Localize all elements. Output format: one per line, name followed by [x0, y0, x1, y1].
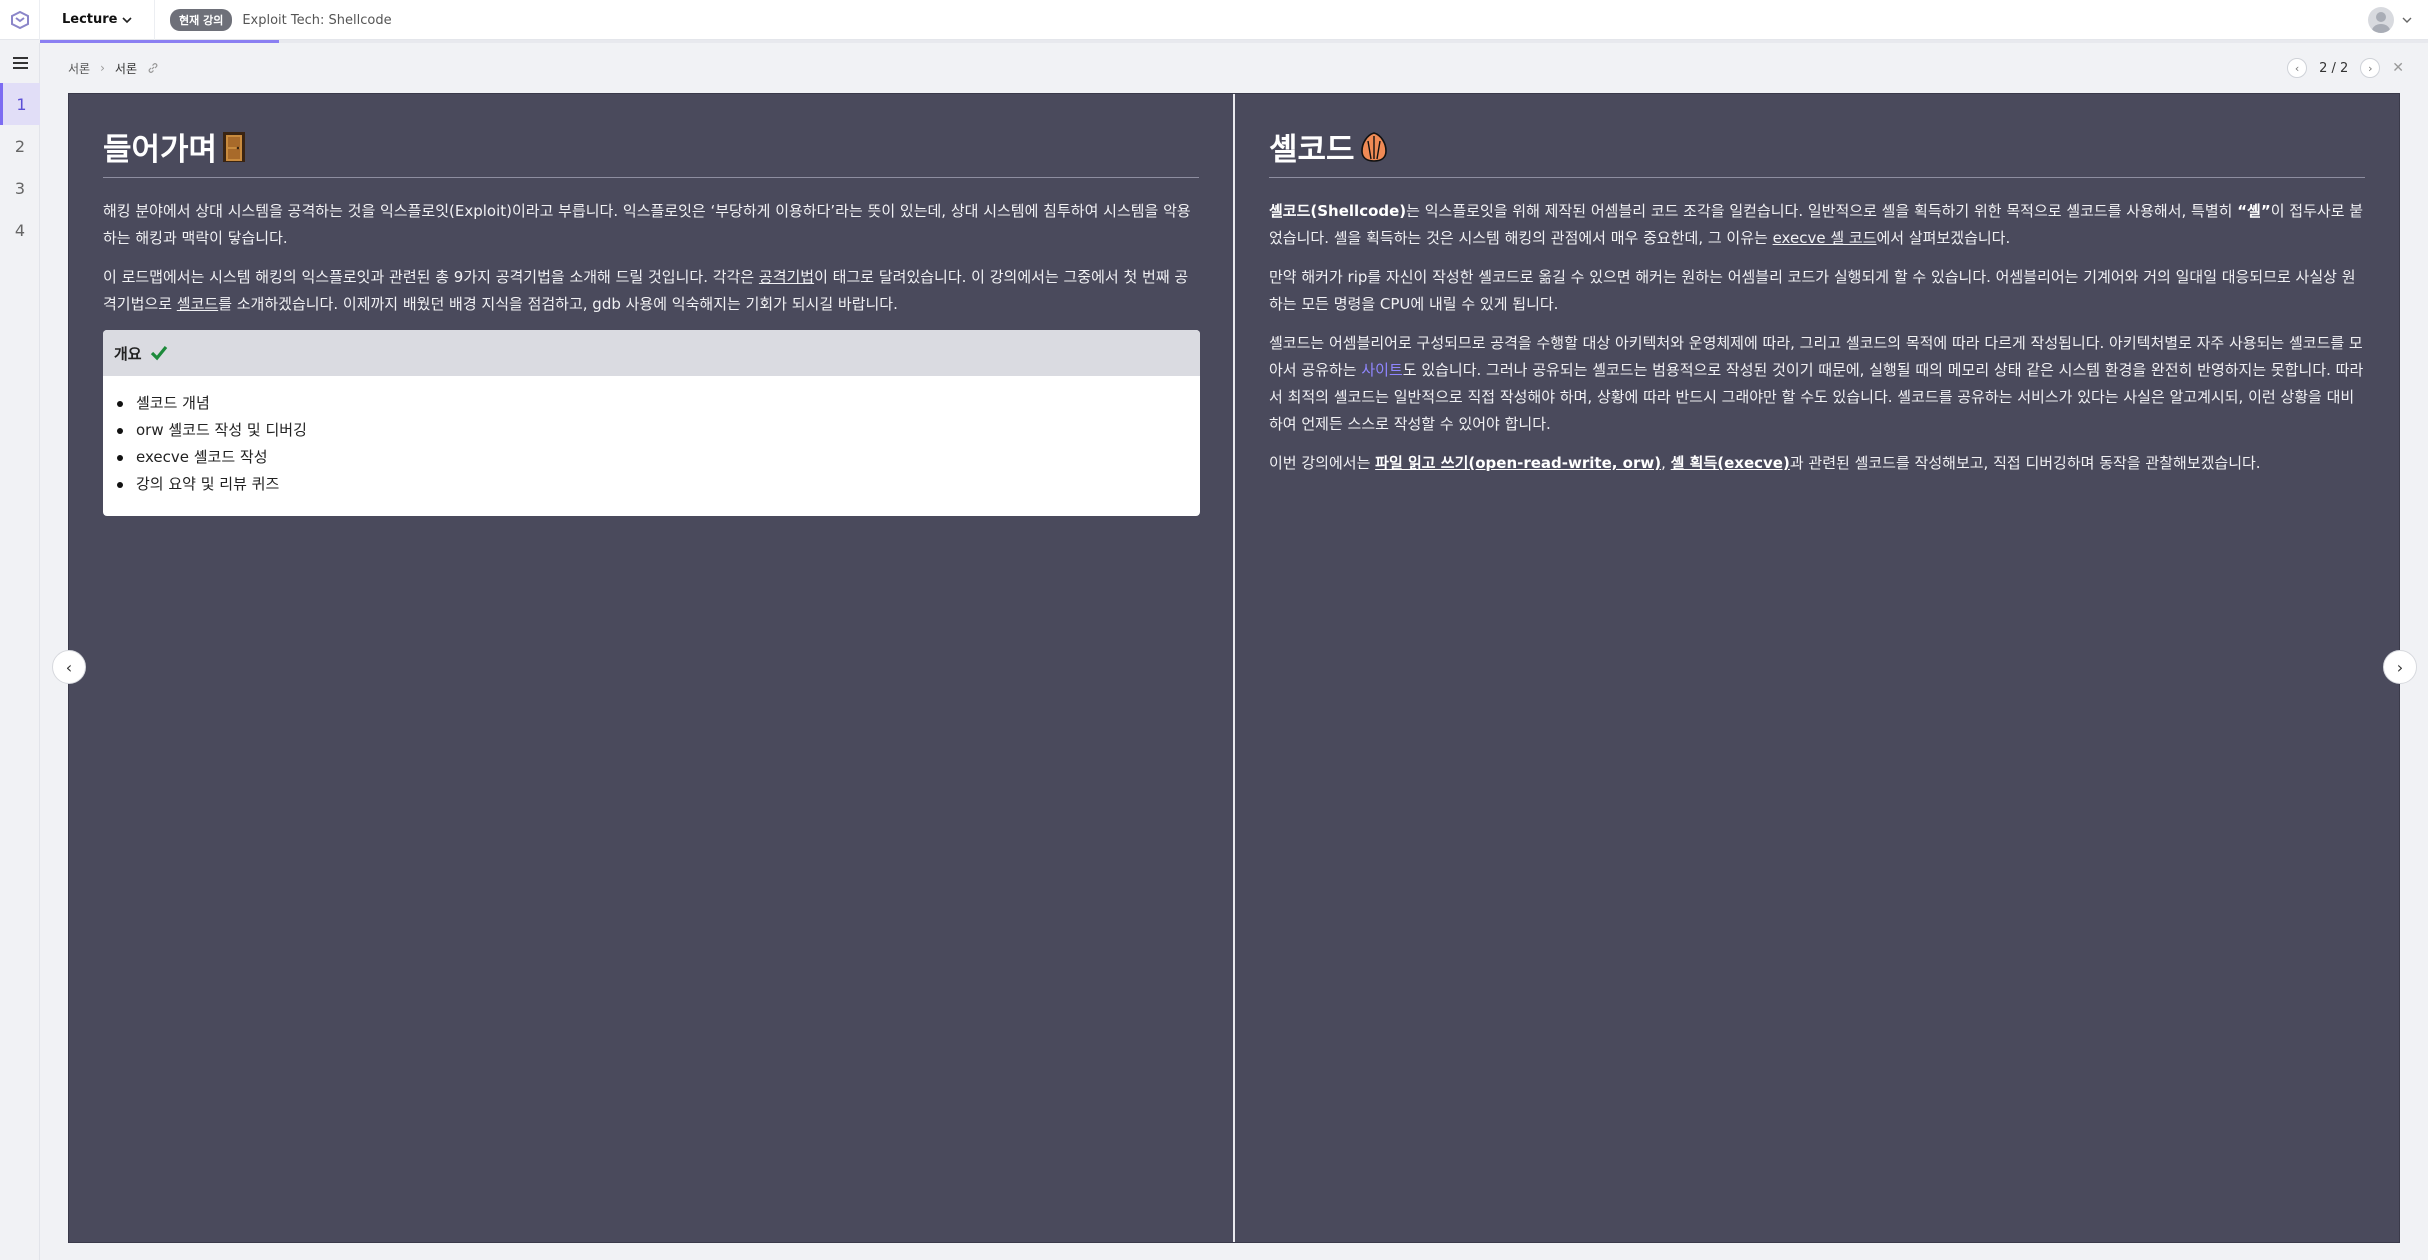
- prev-page-button[interactable]: ‹: [2287, 58, 2308, 78]
- page-indicator: 2 / 2: [2319, 60, 2349, 76]
- menu-icon[interactable]: [0, 43, 40, 83]
- chevron-down-icon: [121, 16, 132, 23]
- slide-content: 들어가며 해킹 분야에서 상대 시스템을 공격하는 것을 익스플로잇(Explo…: [68, 93, 2400, 1243]
- shellcode-link[interactable]: 셸코드: [177, 295, 218, 313]
- chevron-down-icon[interactable]: [2402, 16, 2412, 24]
- avatar[interactable]: [2368, 7, 2394, 33]
- lecture-menu-label: Lecture: [62, 12, 118, 27]
- lecture-menu-button[interactable]: Lecture: [40, 0, 155, 40]
- overview-list: 셸코드 개념 orw 셸코드 작성 및 디버깅 execve 셸코드 작성 강의 요약…: [103, 376, 1200, 516]
- shellcode-site-link[interactable]: 사이트: [1361, 361, 1402, 379]
- check-icon: [150, 345, 167, 361]
- slide-left-column: 들어가며 해킹 분야에서 상대 시스템을 공격하는 것을 익스플로잇(Explo…: [69, 94, 1235, 1242]
- next-slide-button[interactable]: ›: [2383, 650, 2417, 684]
- orw-link[interactable]: 파일 읽고 쓰기(open-read-write, orw): [1375, 454, 1661, 472]
- intro-paragraph-1: 해킹 분야에서 상대 시스템을 공격하는 것을 익스플로잇(Exploit)이라…: [103, 202, 1191, 247]
- current-lecture-badge: 현재 강의: [170, 9, 233, 31]
- shell-icon: [1360, 131, 1387, 162]
- door-icon: [223, 131, 246, 162]
- breadcrumb-parent[interactable]: 서론: [68, 60, 90, 77]
- shellcode-paragraph-2: 만약 해커가 rip를 자신이 작성한 셸코드로 옮길 수 있으면 해커는 원하…: [1269, 268, 2356, 313]
- course-progress-bar: [40, 40, 2428, 43]
- section-title-text: 들어가며: [103, 132, 218, 168]
- execve-shellcode-link[interactable]: execve 셸 코드: [1773, 229, 1877, 247]
- user-menu[interactable]: [2368, 0, 2412, 40]
- shellcode-paragraph-3: 셸코드는 어셈블리어로 구성되므로 공격을 수행할 대상 아키텍처와 운영체제에…: [1269, 334, 2364, 433]
- overview-item: 셸코드 개념: [117, 390, 1189, 417]
- overview-item: orw 셸코드 작성 및 디버깅: [117, 417, 1189, 444]
- shellcode-paragraph-1: 셸코드(Shellcode)는 익스플로잇을 위해 제작된 어셈블리 코드 조각…: [1269, 202, 2364, 247]
- slide-number-3[interactable]: 3: [0, 167, 40, 209]
- overview-item: 강의 요약 및 리뷰 퀴즈: [117, 471, 1189, 498]
- current-course: 현재 강의 Exploit Tech: Shellcode: [170, 0, 392, 40]
- section-title-shellcode: 셸코드: [1269, 124, 2365, 178]
- top-bar: Lecture 현재 강의 Exploit Tech: Shellcode: [0, 0, 2428, 40]
- slide-number-2[interactable]: 2: [0, 125, 40, 167]
- shellcode-paragraph-4: 이번 강의에서는 파일 읽고 쓰기(open-read-write, orw),…: [1269, 454, 2261, 472]
- page-navigator: ‹ 2 / 2 › ✕: [2287, 57, 2404, 79]
- slide-list: 1234: [0, 83, 40, 251]
- chevron-right-icon: ›: [100, 61, 105, 75]
- intro-paragraph-2: 이 로드맵에서는 시스템 해킹의 익스플로잇과 관련된 총 9가지 공격기법을 …: [103, 268, 1189, 313]
- overview-box: 개요 셸코드 개념 orw 셸코드 작성 및 디버깅 execve 셸코드 작성 강의…: [103, 330, 1200, 516]
- slide-rail: 1234: [0, 43, 40, 1260]
- slide-right-column: 셸코드 셸코드(Shellcode)는 익스플로잇을 위해 제작된 어셈블리 코…: [1235, 94, 2399, 1242]
- section-title-text: 셸코드: [1269, 132, 1355, 168]
- execve-link[interactable]: 셸 획득(execve): [1671, 454, 1790, 472]
- link-icon[interactable]: [147, 62, 159, 74]
- attack-technique-link[interactable]: 공격기법: [759, 268, 814, 286]
- next-page-button[interactable]: ›: [2360, 58, 2381, 78]
- slide-number-4[interactable]: 4: [0, 209, 40, 251]
- overview-header: 개요: [103, 330, 1200, 376]
- section-title-intro: 들어가며: [103, 124, 1199, 178]
- breadcrumb-current: 서론: [114, 61, 137, 76]
- slide-number-1[interactable]: 1: [0, 83, 40, 125]
- course-title: Exploit Tech: Shellcode: [242, 12, 392, 28]
- breadcrumb: 서론 › 서론: [68, 58, 159, 78]
- dreamhack-logo-icon[interactable]: [0, 0, 40, 40]
- overview-item: execve 셸코드 작성: [117, 444, 1189, 471]
- overview-title: 개요: [114, 344, 142, 363]
- close-icon[interactable]: ✕: [2392, 60, 2404, 76]
- prev-slide-button[interactable]: ‹: [52, 650, 86, 684]
- course-progress-fill: [40, 40, 279, 43]
